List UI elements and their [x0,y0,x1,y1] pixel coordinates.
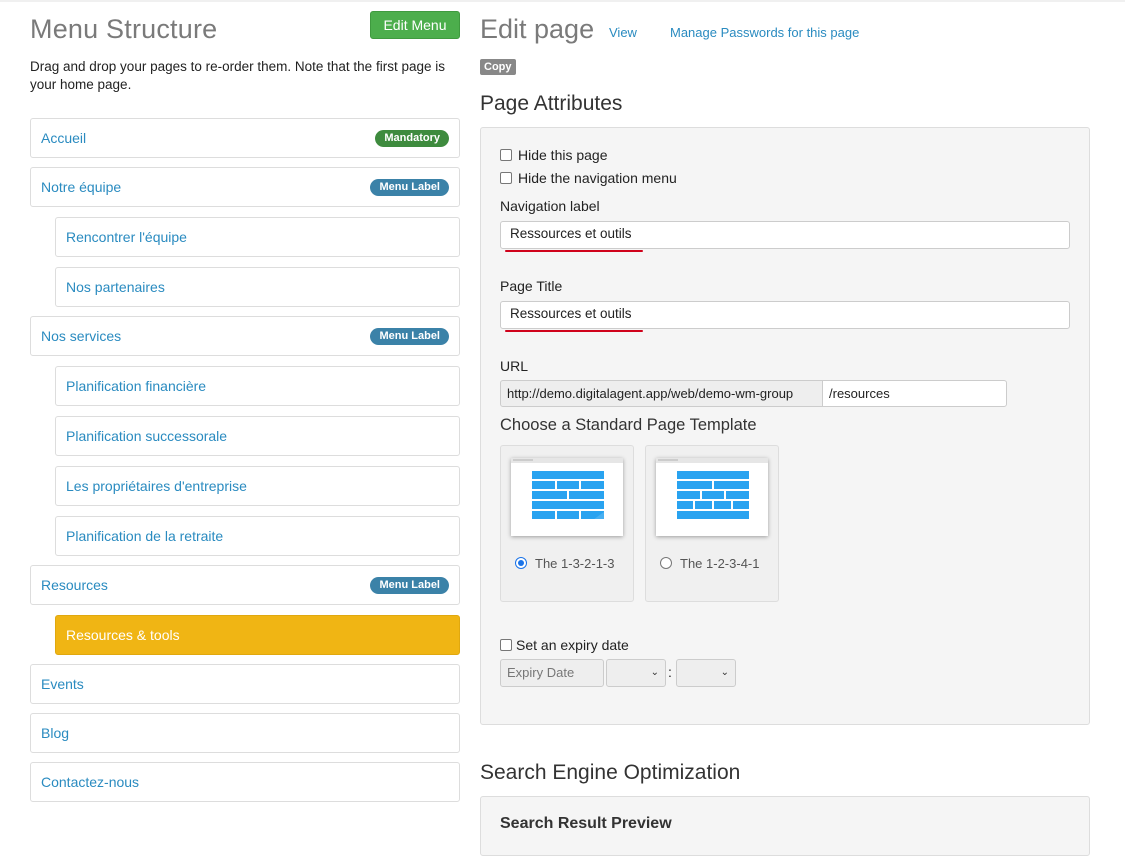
template-radio-row: The 1-2-3-4-1 [660,554,780,573]
seo-panel: Search Result Preview [480,796,1090,856]
copy-button[interactable]: Copy [480,59,516,75]
menu-item-events[interactable]: Events [30,664,460,704]
menu-item-label: Nos services [41,328,122,344]
page-title-label: Page Title [500,278,563,294]
menu-item-rencontrer-equipe[interactable]: Rencontrer l'équipe [55,217,460,257]
template-radio-row: The 1-3-2-1-3 [515,554,635,573]
menu-item-planification-financiere[interactable]: Planification financière [55,366,460,406]
menu-structure-title: Menu Structure [30,14,218,44]
expiry-minute-select[interactable]: ⌄ [676,659,736,687]
url-prefix: http://demo.digitalagent.app/web/demo-wm… [500,380,823,407]
menu-item-label: Les propriétaires d'entreprise [66,478,247,494]
top-border [0,0,1125,2]
hide-nav-checkbox[interactable] [500,172,512,184]
template-radio-selected[interactable] [515,557,527,569]
menu-item-resources-tools[interactable]: Resources & tools [55,615,460,655]
expiry-label: Set an expiry date [516,637,629,653]
menu-item-contactez-nous[interactable]: Contactez-nous [30,762,460,802]
hide-page-row: Hide this page [500,147,608,163]
template-label: The 1-2-3-4-1 [680,556,760,571]
hide-nav-row: Hide the navigation menu [500,170,677,186]
page-title-input[interactable]: Ressources et outils [500,301,1070,329]
template-label: The 1-3-2-1-3 [535,556,615,571]
manage-passwords-link[interactable]: Manage Passwords for this page [670,25,859,40]
menu-item-nos-services[interactable]: Nos services Menu Label [30,316,460,356]
hide-nav-label: Hide the navigation menu [518,170,677,186]
menu-item-label: Blog [41,725,70,741]
menu-item-label: Planification successorale [66,428,228,444]
view-link[interactable]: View [609,25,637,40]
template-chooser-title: Choose a Standard Page Template [500,416,757,434]
chevron-down-icon: ⌄ [650,667,659,678]
menu-item-label: Planification financière [66,378,207,394]
chevron-down-icon: ⌄ [720,667,729,678]
menu-item-label: Events [41,676,84,692]
hide-page-checkbox[interactable] [500,149,512,161]
spellcheck-underline [505,250,643,252]
search-result-preview-title: Search Result Preview [500,815,672,832]
page-attributes-panel: Hide this page Hide the navigation menu … [480,127,1090,725]
menu-label-badge: Menu Label [370,577,449,594]
template-thumbnail [656,458,768,536]
url-label: URL [500,358,529,374]
page-attributes-title: Page Attributes [480,92,623,115]
menu-item-resources[interactable]: Resources Menu Label [30,565,460,605]
menu-item-planification-successorale[interactable]: Planification successorale [55,416,460,456]
template-thumbnail [511,458,623,536]
expiry-checkbox[interactable] [500,639,512,651]
navigation-label-input[interactable]: Ressources et outils [500,221,1070,249]
edit-page-title: Edit page [480,14,595,44]
menu-item-label: Resources & tools [66,627,180,643]
menu-label-badge: Menu Label [370,179,449,196]
menu-item-blog[interactable]: Blog [30,713,460,753]
time-separator: : [668,664,672,680]
menu-item-label: Resources [41,577,108,593]
spellcheck-underline [505,330,643,332]
mandatory-badge: Mandatory [375,130,449,147]
hide-page-label: Hide this page [518,147,608,163]
navigation-label-label: Navigation label [500,198,600,214]
seo-title: Search Engine Optimization [480,761,741,784]
menu-item-label: Nos partenaires [66,279,165,295]
menu-item-label: Planification de la retraite [66,528,224,544]
menu-item-label: Rencontrer l'équipe [66,229,187,245]
menu-item-accueil[interactable]: Accueil Mandatory [30,118,460,158]
menu-item-label: Contactez-nous [41,774,140,790]
edit-menu-button[interactable]: Edit Menu [370,11,460,39]
menu-item-notre-equipe[interactable]: Notre équipe Menu Label [30,167,460,207]
menu-label-badge: Menu Label [370,328,449,345]
menu-description: Drag and drop your pages to re-order the… [30,59,445,92]
expiry-hour-select[interactable]: ⌄ [606,659,666,687]
menu-item-label: Notre équipe [41,179,122,195]
menu-item-planification-retraite[interactable]: Planification de la retraite [55,516,460,556]
url-slug-input[interactable]: /resources [822,380,1007,407]
menu-item-proprietaires-entreprise[interactable]: Les propriétaires d'entreprise [55,466,460,506]
expiry-row: Set an expiry date [500,637,629,653]
menu-item-nos-partenaires[interactable]: Nos partenaires [55,267,460,307]
template-card-1-2-3-4-1[interactable]: The 1-2-3-4-1 [645,445,779,602]
template-radio-unselected[interactable] [660,557,672,569]
expiry-date-input[interactable]: Expiry Date [500,659,604,687]
template-card-1-3-2-1-3[interactable]: The 1-3-2-1-3 [500,445,634,602]
menu-item-label: Accueil [41,130,87,146]
